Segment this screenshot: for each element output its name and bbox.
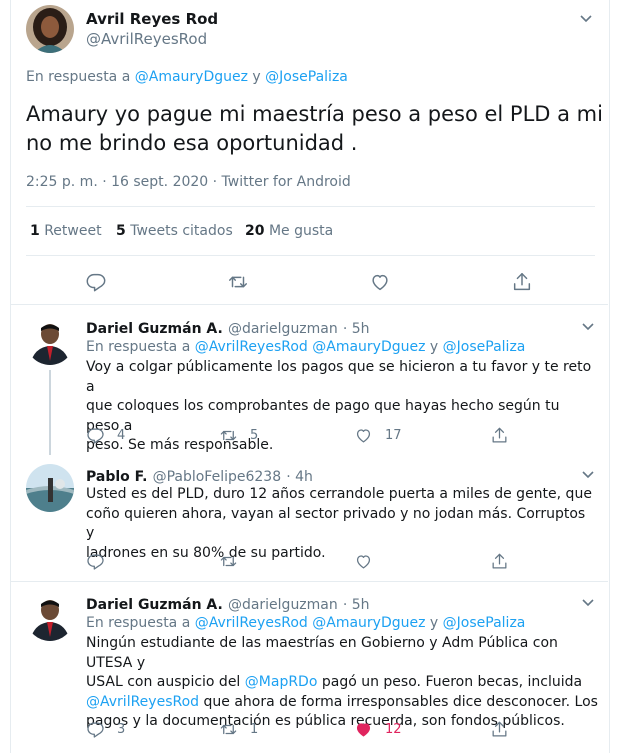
avatar[interactable] (26, 5, 74, 53)
chevron-down-icon[interactable] (581, 318, 595, 337)
like-button[interactable]: 17 (354, 426, 402, 445)
timestamp[interactable]: 2:25 p. m. · 16 sept. 2020 · Twitter for… (26, 174, 351, 190)
reply-icon[interactable] (85, 271, 107, 297)
reply-button[interactable]: 3 (86, 720, 125, 739)
mention-link[interactable]: @AvrilReyesRod (195, 339, 308, 355)
replying-to: En respuesta a @AvrilReyesRod @AmauryDgu… (86, 615, 526, 631)
reply-button[interactable] (86, 552, 105, 571)
like-button[interactable]: 12 (354, 720, 402, 739)
mention-link[interactable]: @JosePaliza (265, 69, 348, 85)
avatar[interactable] (26, 593, 74, 641)
author-name[interactable]: Dariel Guzmán A. (86, 321, 223, 337)
author-handle[interactable]: @PabloFelipe6238 (153, 469, 282, 485)
chevron-down-icon[interactable] (581, 594, 595, 613)
mention-link[interactable]: @MapRDo (245, 674, 318, 690)
share-button[interactable] (490, 426, 509, 445)
mention-link[interactable]: @AvrilReyesRod (86, 694, 199, 710)
author-handle[interactable]: @darielguzman (228, 597, 338, 613)
like-button[interactable] (354, 552, 373, 571)
retweet-button[interactable]: 5 (219, 426, 258, 445)
author-name[interactable]: Pablo F. (86, 469, 147, 485)
mention-link[interactable]: @JosePaliza (443, 615, 526, 631)
avatar[interactable] (26, 464, 74, 512)
chevron-down-icon[interactable] (581, 466, 595, 485)
mention-link[interactable]: @AmauryDguez (312, 339, 425, 355)
reply-time[interactable]: · 5h (343, 597, 370, 613)
reply-header: Dariel Guzmán A. @darielguzman · 5h (86, 318, 370, 337)
author-name[interactable]: Avril Reyes Rod (86, 10, 218, 28)
tweet-text: Amaury yo pague mi maestría peso a peso … (26, 102, 603, 155)
retweet-button[interactable] (219, 552, 238, 571)
reply-time[interactable]: · 4h (286, 469, 313, 485)
reply-header: Dariel Guzmán A. @darielguzman · 5h (86, 594, 370, 613)
share-button[interactable] (490, 552, 509, 571)
share-button[interactable] (490, 720, 509, 739)
author-handle[interactable]: @darielguzman (228, 321, 338, 337)
avatar[interactable] (26, 317, 74, 365)
replying-to: En respuesta a @AvrilReyesRod @AmauryDgu… (86, 339, 526, 355)
mention-link[interactable]: @AmauryDguez (312, 615, 425, 631)
reply-text: Voy a colgar públicamente los pagos que … (86, 359, 592, 453)
author-name[interactable]: Dariel Guzmán A. (86, 597, 223, 613)
retweet-stat[interactable]: 1 Retweet (30, 223, 102, 239)
like-icon[interactable] (369, 271, 391, 297)
reply-button[interactable]: 4 (86, 426, 125, 445)
retweet-button[interactable]: 1 (219, 720, 258, 739)
chevron-down-icon[interactable] (579, 10, 593, 29)
share-icon[interactable] (511, 271, 533, 297)
author-handle[interactable]: @AvrilReyesRod (86, 30, 207, 48)
reply-time[interactable]: · 5h (343, 321, 370, 337)
quote-stat[interactable]: 5 Tweets citados (116, 223, 233, 239)
thread-line (49, 370, 51, 455)
mention-link[interactable]: @AvrilReyesRod (195, 615, 308, 631)
reply-header: Pablo F. @PabloFelipe6238 · 4h (86, 466, 313, 485)
mention-link[interactable]: @JosePaliza (443, 339, 526, 355)
reply-text: Usted es del PLD, duro 12 años cerrandol… (86, 486, 592, 561)
reply-text: Ningún estudiante de las maestrías en Go… (86, 635, 598, 729)
like-stat[interactable]: 20 Me gusta (245, 223, 333, 239)
retweet-icon[interactable] (227, 271, 249, 297)
replying-to: En respuesta a @AmauryDguez y @JosePaliz… (26, 69, 348, 85)
mention-link[interactable]: @AmauryDguez (135, 69, 248, 85)
